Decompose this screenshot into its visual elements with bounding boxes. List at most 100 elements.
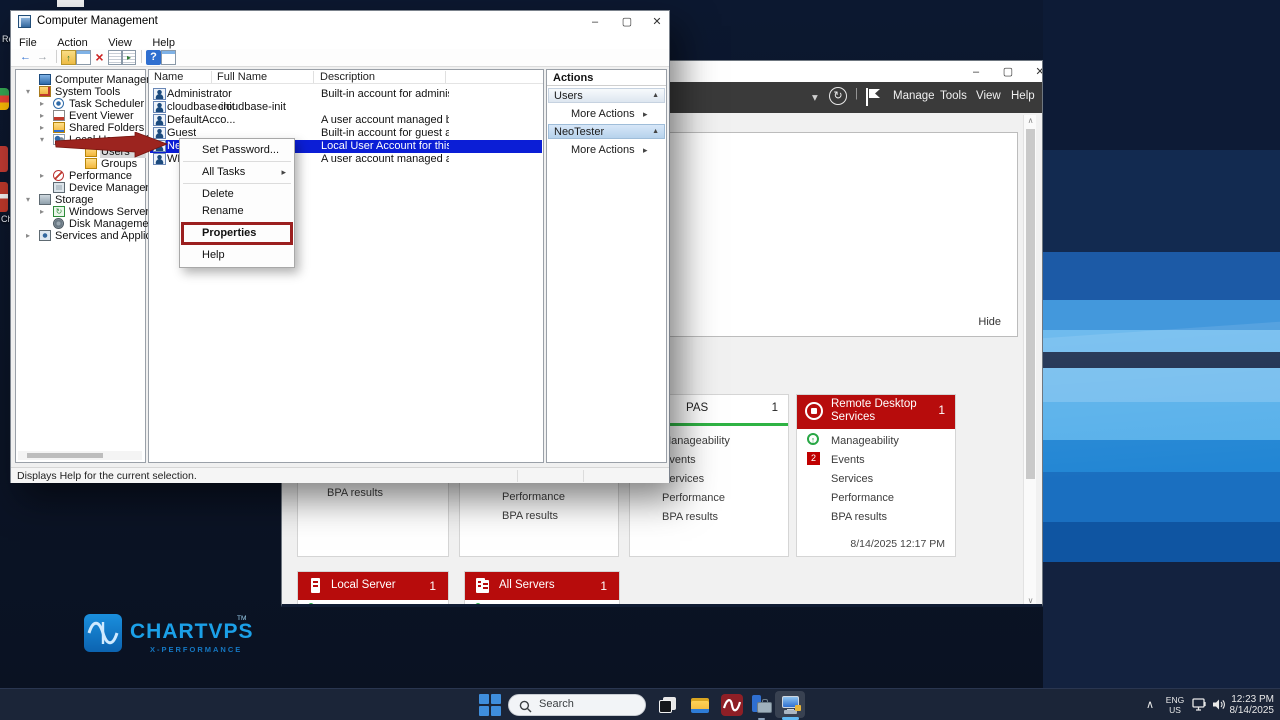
menu-action[interactable]: Action xyxy=(49,36,96,50)
flag-icon[interactable] xyxy=(865,87,881,107)
cm-close-button[interactable]: ✕ xyxy=(643,13,671,31)
rds-row-events[interactable]: Events xyxy=(831,454,865,466)
rds-tile-header[interactable]: Remote Desktop Services 1 xyxy=(797,395,955,429)
column-separator[interactable] xyxy=(445,71,446,83)
menu-file[interactable]: File xyxy=(11,36,45,50)
tile2-row-bpa-results[interactable]: BPA results xyxy=(502,510,558,522)
collapsed-chevron-icon[interactable]: ▸ xyxy=(40,170,44,182)
collapse-icon[interactable]: ▲ xyxy=(652,128,659,135)
tree-item-computer-management-local[interactable]: Computer Management (Local xyxy=(16,74,145,86)
collapsed-chevron-icon[interactable]: ▸ xyxy=(26,230,30,242)
collapse-icon[interactable]: ▲ xyxy=(652,92,659,99)
pas-row-bpa-results[interactable]: BPA results xyxy=(662,511,718,523)
rds-row-services[interactable]: Services xyxy=(831,473,873,485)
export-list-icon[interactable]: ▸ xyxy=(122,50,136,65)
tree-item-device-manager[interactable]: Device Manager xyxy=(16,182,145,194)
pas-row-manageability[interactable]: Manageability xyxy=(662,435,730,447)
context-item-properties[interactable]: Properties xyxy=(180,225,294,242)
tree-item-system-tools[interactable]: ▾System Tools xyxy=(16,86,145,98)
context-item-help[interactable]: Help xyxy=(180,247,294,264)
sm-maximize-button[interactable]: ▢ xyxy=(994,63,1022,81)
tree-horizontal-scrollbar[interactable] xyxy=(18,451,142,460)
chartvps-app-icon[interactable] xyxy=(720,693,744,717)
start-button[interactable] xyxy=(479,694,501,716)
tree-hscroll-thumb[interactable] xyxy=(27,453,103,458)
tree-item-disk-management[interactable]: Disk Management xyxy=(16,218,145,230)
menu-help[interactable]: Help xyxy=(144,36,183,50)
expanded-chevron-icon[interactable]: ▾ xyxy=(26,194,30,206)
show-window-icon[interactable] xyxy=(161,50,176,65)
sm-menu-view[interactable]: View xyxy=(976,90,1001,102)
sm-menu-help[interactable]: Help xyxy=(1011,90,1035,102)
expanded-chevron-icon[interactable]: ▾ xyxy=(40,134,44,146)
column-full-name[interactable]: Full Name xyxy=(217,71,267,83)
local-server-header[interactable]: Local Server 1 xyxy=(298,572,448,600)
sm-menu-manage[interactable]: Manage xyxy=(893,90,935,102)
context-item-set-password[interactable]: Set Password... xyxy=(180,142,294,159)
all-servers-header[interactable]: All Servers 1 xyxy=(465,572,619,600)
tree-item-services-and-applications[interactable]: ▸Services and Applications xyxy=(16,230,145,242)
users-more-actions[interactable]: More Actions ▸ xyxy=(571,107,635,121)
column-separator[interactable] xyxy=(211,71,212,83)
scroll-up-icon[interactable]: ∧ xyxy=(1024,116,1037,125)
hide-link[interactable]: Hide xyxy=(978,316,1001,328)
list-row-defaultacco[interactable]: DefaultAcco...A user account managed by … xyxy=(150,114,542,127)
rds-row-manageability[interactable]: Manageability xyxy=(831,435,899,447)
list-row-cloudbase-init[interactable]: cloudbase-initcloudbase-init xyxy=(150,101,542,114)
collapsed-chevron-icon[interactable]: ▸ xyxy=(40,206,44,218)
expanded-chevron-icon[interactable]: ▾ xyxy=(26,86,30,98)
context-item-all-tasks[interactable]: All Tasks▸ xyxy=(180,164,294,181)
all-servers-tile[interactable]: All Servers 1 xyxy=(464,571,620,607)
cm-maximize-button[interactable]: ▢ xyxy=(613,13,641,31)
tree-item-task-scheduler[interactable]: ▸Task Scheduler xyxy=(16,98,145,110)
tree-item-storage[interactable]: ▾Storage xyxy=(16,194,145,206)
rds-row-bpa-results[interactable]: BPA results xyxy=(831,511,887,523)
help-icon[interactable]: ? xyxy=(146,50,161,65)
desktop-icon-red-2[interactable] xyxy=(0,182,8,212)
tile2-row-performance[interactable]: Performance xyxy=(502,491,565,503)
pas-row-performance[interactable]: Performance xyxy=(662,492,725,504)
context-item-rename[interactable]: Rename xyxy=(180,203,294,220)
notifications-caret-icon[interactable]: ▾ xyxy=(812,90,818,104)
clock[interactable]: 12:23 PM 8/14/2025 xyxy=(1226,694,1274,716)
tree-item-performance[interactable]: ▸Performance xyxy=(16,170,145,182)
sm-close-button[interactable]: ✕ xyxy=(1026,63,1043,81)
task-view-icon[interactable] xyxy=(656,693,680,717)
cm-titlebar[interactable]: Computer Management – ▢ ✕ xyxy=(11,11,669,33)
sm-menu-tools[interactable]: Tools xyxy=(940,90,967,102)
collapsed-chevron-icon[interactable]: ▸ xyxy=(40,110,44,122)
language-indicator[interactable]: ENG US xyxy=(1163,695,1187,715)
actions-section-users[interactable]: Users ▲ xyxy=(548,88,665,103)
chrome-icon[interactable] xyxy=(0,88,9,110)
collapsed-chevron-icon[interactable]: ▸ xyxy=(40,122,44,134)
list-row-administrator[interactable]: AdministratorBuilt-in account for admini… xyxy=(150,88,542,101)
file-explorer-icon[interactable] xyxy=(688,693,712,717)
computer-management-taskbar-icon[interactable] xyxy=(780,693,804,717)
desktop-icon-red-1[interactable] xyxy=(0,146,8,172)
search-box[interactable]: Search xyxy=(508,694,646,716)
sm-scrollbar-thumb[interactable] xyxy=(1026,129,1035,479)
network-icon[interactable] xyxy=(1192,698,1207,711)
tray-chevron-icon[interactable]: ∧ xyxy=(1146,698,1154,711)
tree-item-event-viewer[interactable]: ▸Event Viewer xyxy=(16,110,145,122)
tree-item-shared-folders[interactable]: ▸Shared Folders xyxy=(16,122,145,134)
column-name[interactable]: Name xyxy=(154,71,183,83)
volume-icon[interactable] xyxy=(1212,698,1226,711)
list-header[interactable]: Name Full Name Description xyxy=(149,70,543,84)
neotester-more-actions[interactable]: More Actions ▸ xyxy=(571,143,635,157)
back-icon[interactable]: ← xyxy=(17,50,34,65)
column-description[interactable]: Description xyxy=(320,71,375,83)
local-server-tile[interactable]: Local Server 1 xyxy=(297,571,449,607)
sm-minimize-button[interactable]: – xyxy=(962,63,990,81)
tile1-row-bpa-results[interactable]: BPA results xyxy=(327,487,383,499)
rds-row-performance[interactable]: Performance xyxy=(831,492,894,504)
server-manager-icon[interactable] xyxy=(750,693,774,717)
column-separator[interactable] xyxy=(313,71,314,83)
export-icon[interactable]: ↑ xyxy=(61,50,76,65)
scroll-down-icon[interactable]: ∨ xyxy=(1024,596,1037,605)
sm-scrollbar[interactable]: ∧ ∨ xyxy=(1023,115,1036,606)
collapsed-chevron-icon[interactable]: ▸ xyxy=(40,98,44,110)
delete-icon[interactable]: × xyxy=(91,50,108,65)
tree-item-windows-server-backup[interactable]: ▸↻Windows Server Backup xyxy=(16,206,145,218)
properties-icon[interactable] xyxy=(108,50,122,65)
